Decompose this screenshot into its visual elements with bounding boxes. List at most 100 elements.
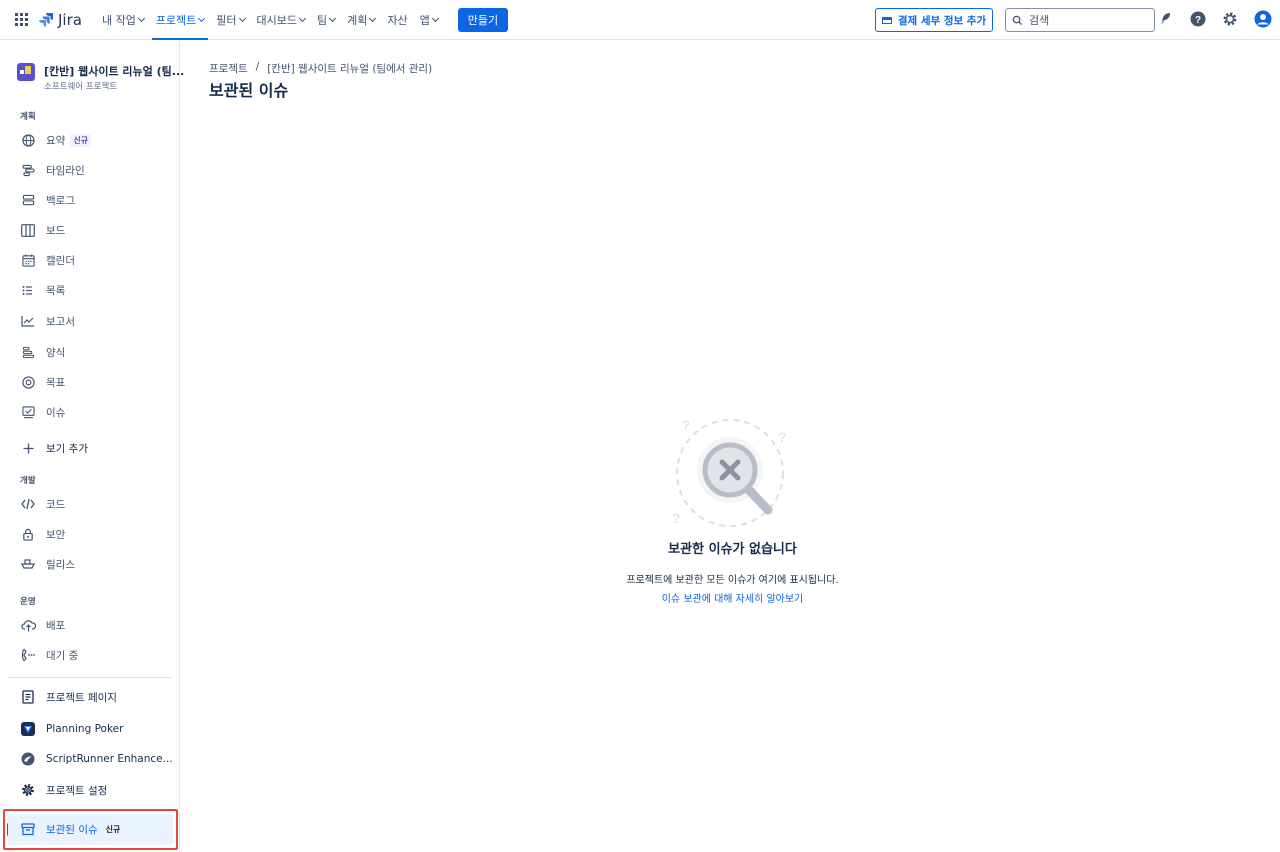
sidebar-item-deployments[interactable]: 배포 [0, 612, 179, 638]
search-input[interactable]: 검색 [1005, 8, 1155, 32]
add-view-label: 보기 추가 [46, 442, 88, 455]
project-avatar-icon [17, 63, 35, 81]
backlog-icon [20, 192, 36, 208]
svg-text:?: ? [672, 510, 681, 526]
sidebar-item-backlog[interactable]: 백로그 [0, 187, 179, 213]
selected-highlight-frame: 보관된 이슈 신규 [3, 809, 178, 850]
sidebar-item-label: 이슈 [46, 406, 66, 419]
nav-assets[interactable]: 자산 [381, 0, 413, 40]
sidebar-item-summary[interactable]: 요약 신규 [0, 127, 179, 153]
nav-label: 팀 [317, 13, 328, 27]
chevron-down-icon [137, 14, 145, 22]
sidebar-item-issues[interactable]: 이슈 [0, 399, 179, 425]
create-button[interactable]: 만들기 [457, 7, 509, 32]
nav-plans[interactable]: 계획 [341, 0, 381, 40]
issues-icon [20, 404, 36, 420]
empty-state-description: 프로젝트에 보관한 모든 이슈가 여기에 표시됩니다. [626, 575, 839, 586]
sidebar-item-label: 보고서 [46, 315, 75, 328]
sidebar-item-label: 보드 [46, 224, 66, 237]
nav-teams[interactable]: 팀 [311, 0, 341, 40]
calendar-icon [20, 252, 36, 268]
sidebar-item-label: 목표 [46, 376, 66, 389]
topbar-actions: ? [1158, 10, 1272, 28]
lock-icon [20, 526, 36, 542]
nav-dashboards[interactable]: 대시보드 [251, 0, 311, 40]
sidebar-item-label: 프로젝트 페이지 [46, 691, 117, 704]
sidebar-item-list[interactable]: 목록 [0, 277, 179, 303]
add-billing-button[interactable]: 결제 세부 정보 추가 [875, 8, 993, 32]
sidebar-item-reports[interactable]: 보고서 [0, 308, 179, 334]
sidebar-item-label: 보관된 이슈 [46, 824, 98, 836]
learn-more-link[interactable]: 이슈 보관에 대해 자세히 알아보기 [600, 590, 865, 605]
sidebar-item-label: 배포 [46, 619, 66, 632]
chevron-down-icon [329, 14, 337, 22]
chevron-down-icon [198, 14, 206, 22]
page-icon [20, 689, 36, 705]
sidebar-item-releases[interactable]: 릴리스 [0, 551, 179, 577]
nav-apps[interactable]: 앱 [414, 0, 444, 40]
sidebar-item-project-settings[interactable]: 프로젝트 설정 [0, 777, 179, 803]
cloud-upload-icon [20, 617, 36, 633]
settings-gear-icon[interactable] [1222, 11, 1238, 27]
globe-icon [20, 132, 36, 148]
jira-logo[interactable]: Jira [38, 11, 82, 29]
app-switcher-icon[interactable] [15, 12, 29, 27]
notifications-icon[interactable] [1158, 11, 1174, 27]
sidebar-item-security[interactable]: 보안 [0, 521, 179, 547]
page-title: 보관된 이슈 [209, 81, 289, 100]
sidebar-item-project-pages[interactable]: 프로젝트 페이지 [0, 684, 179, 710]
main-nav: 내 작업 프로젝트 필터 대시보드 팀 계획 자산 앱 만들기 [96, 0, 509, 40]
sidebar-item-archived-issues[interactable]: 보관된 이슈 신규 [8, 814, 173, 845]
sidebar-item-label: 목록 [46, 284, 66, 297]
sidebar-item-code[interactable]: 코드 [0, 491, 179, 517]
add-view-button[interactable]: 보기 추가 [0, 435, 179, 461]
top-navigation: Jira 내 작업 프로젝트 필터 대시보드 팀 계획 자산 앱 만들기 결제 … [0, 0, 1280, 40]
chevron-down-icon [431, 14, 439, 22]
sidebar-item-calendar[interactable]: 캘린더 [0, 247, 179, 273]
chevron-down-icon [298, 14, 307, 22]
nav-my-work[interactable]: 내 작업 [96, 0, 150, 40]
new-badge: 신규 [70, 133, 92, 147]
sidebar-item-label: ScriptRunner Enhance... [46, 753, 173, 765]
sidebar-item-label: Planning Poker [46, 723, 124, 735]
nav-label: 필터 [216, 13, 237, 27]
section-dev-heading: 개발 [20, 476, 36, 486]
search-icon [1012, 15, 1023, 25]
sidebar-item-label: 대기 중 [46, 649, 79, 662]
new-badge: 신규 [105, 825, 121, 834]
sidebar-item-board[interactable]: 보드 [0, 217, 179, 243]
list-icon [20, 282, 36, 298]
sidebar-item-label: 타임라인 [46, 164, 85, 177]
project-name: [칸반] 웹사이트 리뉴얼 (팀... [44, 65, 185, 78]
sidebar-item-timeline[interactable]: 타임라인 [0, 157, 179, 183]
breadcrumb-projects-link[interactable]: 프로젝트 [209, 61, 248, 76]
sidebar-item-forms[interactable]: 양식 [0, 339, 179, 365]
scriptrunner-icon [20, 751, 36, 767]
project-header[interactable]: [칸반] 웹사이트 리뉴얼 (팀... 소프트웨어 프로젝트 [17, 63, 184, 92]
sidebar-item-label: 릴리스 [46, 558, 75, 571]
sidebar-item-goals[interactable]: 목표 [0, 369, 179, 395]
sidebar-item-label: 코드 [46, 498, 66, 511]
sidebar-item-on-call[interactable]: 대기 중 [0, 642, 179, 668]
sidebar-item-scriptrunner[interactable]: ScriptRunner Enhance... [0, 746, 179, 772]
goals-icon [20, 374, 36, 390]
nav-projects[interactable]: 프로젝트 [150, 0, 210, 40]
svg-text:?: ? [778, 429, 787, 445]
help-icon[interactable]: ? [1190, 11, 1206, 27]
timeline-icon [20, 162, 36, 178]
section-ops-heading: 운영 [20, 597, 36, 607]
ship-icon [20, 556, 36, 572]
nav-label: 프로젝트 [155, 13, 197, 27]
breadcrumb-separator: / [255, 61, 260, 73]
breadcrumb-project-link[interactable]: [칸반] 웹사이트 리뉴얼 (팀에서 관리) [267, 61, 432, 76]
svg-text:?: ? [682, 417, 691, 433]
plus-icon [20, 440, 36, 456]
sidebar-item-planning-poker[interactable]: Planning Poker [0, 716, 179, 742]
no-results-magnifier-icon: ? ? ? [672, 417, 787, 527]
gear-icon [20, 782, 36, 798]
add-billing-label: 결제 세부 정보 추가 [897, 14, 987, 27]
profile-avatar-icon[interactable] [1254, 10, 1272, 28]
nav-filters[interactable]: 필터 [210, 0, 250, 40]
archive-icon [20, 822, 36, 838]
sidebar-item-label: 요약 [46, 134, 66, 147]
